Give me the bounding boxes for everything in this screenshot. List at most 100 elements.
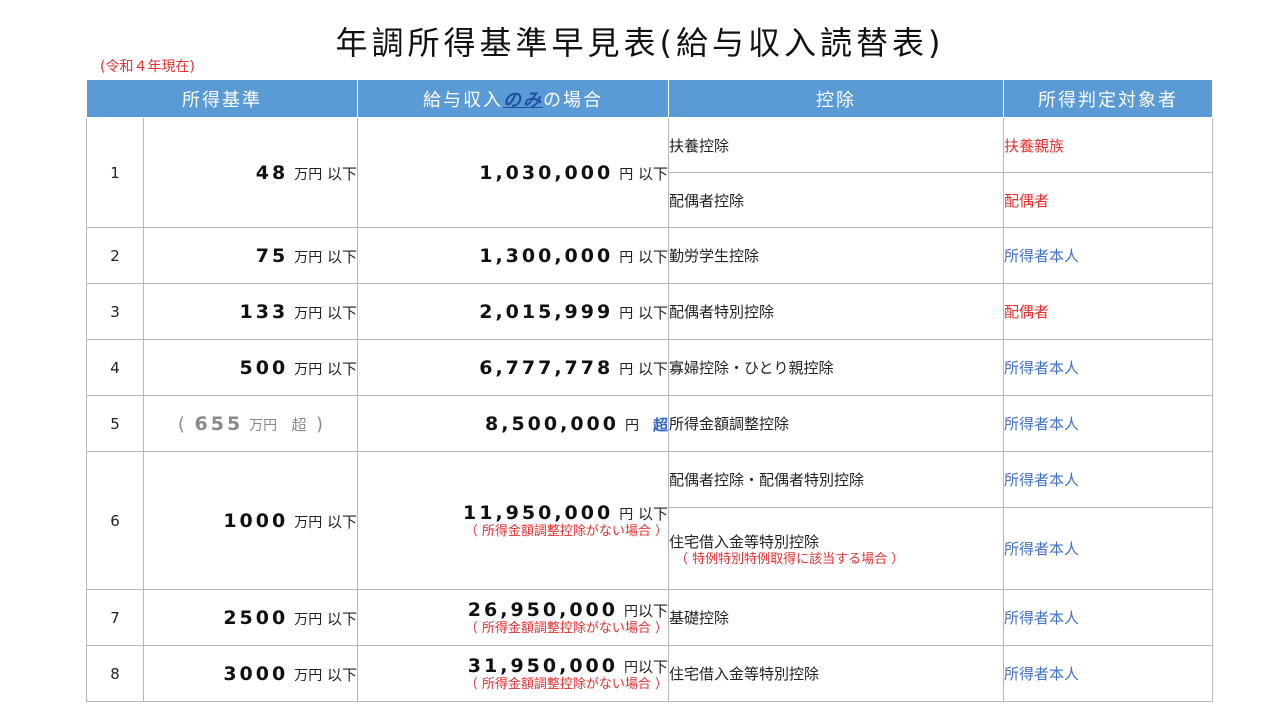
income-threshold: 2500 万円 以下 [143, 589, 358, 646]
threshold-value: 75 [255, 244, 289, 267]
income-threshold: ( 655 万円 超 ) [143, 395, 358, 452]
target-person: 所得者本人 [1003, 645, 1213, 702]
salary-amount: 1,030,000 円 以下 [357, 117, 669, 228]
header-salary-post: の場合 [543, 89, 603, 111]
unit-ika: 以下 [637, 247, 668, 266]
row-number: 8 [86, 645, 144, 702]
table-row: 8 3000 万円 以下 31,950,000 円以下（ 所得金額調整控除がない場合… [86, 645, 1213, 702]
target-person: 所得者本人 [1003, 507, 1213, 590]
income-threshold: 75 万円 以下 [143, 227, 358, 284]
unit-man: 万円 [294, 249, 323, 266]
unit-ika: 以下 [637, 602, 668, 620]
income-threshold: 3000 万円 以下 [143, 645, 358, 702]
unit-man: 万円 [294, 361, 323, 378]
threshold-value: 48 [255, 161, 289, 184]
salary-amount: 26,950,000 円以下（ 所得金額調整控除がない場合 ） [357, 589, 669, 646]
unit-ika: 以下 [326, 512, 357, 531]
salary-value: 2,015,999 [479, 300, 614, 323]
target-person: 扶養親族 [1003, 117, 1213, 173]
unit-yen: 円 [624, 417, 639, 434]
table-row: 1 48 万円 以下 1,030,000 円 以下 扶養控除 扶養親族 [86, 117, 1213, 228]
deduction-name: 配偶者控除 [668, 172, 1004, 228]
unit-ika: 以下 [326, 359, 357, 378]
close-paren: ) [316, 413, 324, 435]
unit-yen: 円 [619, 305, 634, 322]
deduction-name: 寡婦控除・ひとり親控除 [668, 339, 1004, 396]
income-threshold: 133 万円 以下 [143, 283, 358, 340]
unit-yen: 円 [619, 249, 634, 266]
threshold-suffix: 超 [291, 415, 307, 434]
income-threshold-table: 所得基準 給与収入のみの場合 控除 所得判定対象者 1 48 万円 以下 1,03… [86, 79, 1213, 702]
unit-yen: 円 [623, 604, 638, 620]
unit-ika: 以下 [326, 303, 357, 322]
table-row: 7 2500 万円 以下 26,950,000 円以下（ 所得金額調整控除がない場合… [86, 589, 1213, 646]
threshold-value: 2500 [223, 606, 289, 629]
salary-amount: 11,950,000 円 以下（ 所得金額調整控除がない場合 ） [357, 451, 669, 590]
salary-value: 8,500,000 [485, 412, 619, 435]
era-note: (令和４年現在) [100, 59, 195, 75]
unit-ika: 以下 [637, 505, 668, 523]
unit-ika: 以下 [637, 658, 668, 676]
unit-man: 万円 [294, 305, 323, 322]
deduction-label: 住宅借入金等特別控除 [669, 532, 820, 551]
row-number: 3 [86, 283, 144, 340]
unit-man: 万円 [249, 417, 278, 434]
unit-ika: 以下 [637, 359, 668, 378]
salary-amount: 2,015,999 円 以下 [357, 283, 669, 340]
salary-note: （ 所得金額調整控除がない場合 ） [464, 524, 668, 539]
table-row: 5 ( 655 万円 超 ) 8,500,000 円超 所得金額調整控除 所得者本人 [86, 395, 1213, 452]
row-number: 4 [86, 339, 144, 396]
income-threshold: 48 万円 以下 [143, 117, 358, 228]
header-salary-emphasis: のみ [503, 89, 543, 111]
unit-man: 万円 [294, 667, 323, 684]
header-income-criteria: 所得基準 [86, 79, 358, 118]
salary-amount: 31,950,000 円以下（ 所得金額調整控除がない場合 ） [357, 645, 669, 702]
unit-ika: 以下 [326, 164, 357, 183]
salary-value: 1,300,000 [479, 244, 614, 267]
target-person: 所得者本人 [1003, 227, 1213, 284]
target-person: 所得者本人 [1003, 339, 1213, 396]
row-number: 2 [86, 227, 144, 284]
deduction-note: （ 特例特別特例取得に該当する場合 ） [675, 551, 905, 567]
unit-man: 万円 [294, 166, 323, 183]
target-person: 所得者本人 [1003, 451, 1213, 508]
threshold-value: 133 [239, 300, 289, 323]
unit-ika: 以下 [637, 303, 668, 322]
deduction-name: 勤労学生控除 [668, 227, 1004, 284]
target-person: 配偶者 [1003, 283, 1213, 340]
deduction-name: 住宅借入金等特別控除（ 特例特別特例取得に該当する場合 ） [668, 507, 1004, 590]
salary-value: 26,950,000 [467, 599, 618, 621]
unit-ika: 以下 [637, 164, 668, 183]
header-deduction: 控除 [668, 79, 1004, 118]
deduction-name: 配偶者控除・配偶者特別控除 [668, 451, 1004, 508]
salary-amount: 1,300,000 円 以下 [357, 227, 669, 284]
table-row: 2 75 万円 以下 1,300,000 円 以下 勤労学生控除 所得者本人 [86, 227, 1213, 284]
deduction-name: 基礎控除 [668, 589, 1004, 646]
deduction-name: 住宅借入金等特別控除 [668, 645, 1004, 702]
threshold-value: 500 [239, 356, 289, 379]
target-person: 所得者本人 [1003, 395, 1213, 452]
table-row: 4 500 万円 以下 6,777,778 円 以下 寡婦控除・ひとり親控除 所得者… [86, 339, 1213, 396]
target-person: 所得者本人 [1003, 589, 1213, 646]
unit-man: 万円 [294, 611, 323, 628]
unit-ika: 以下 [326, 609, 357, 628]
threshold-value: 1000 [223, 509, 289, 532]
row-number: 7 [86, 589, 144, 646]
unit-yen: 円 [623, 660, 638, 676]
income-threshold: 500 万円 以下 [143, 339, 358, 396]
header-target-person: 所得判定対象者 [1003, 79, 1213, 118]
unit-man: 万円 [294, 514, 323, 531]
row-number: 6 [86, 451, 144, 590]
salary-note: （ 所得金額調整控除がない場合 ） [464, 677, 668, 692]
table-row: 3 133 万円 以下 2,015,999 円 以下 配偶者特別控除 配偶者 [86, 283, 1213, 340]
salary-value: 11,950,000 [463, 502, 614, 524]
open-paren: ( [177, 413, 185, 435]
unit-yen: 円 [619, 507, 634, 523]
unit-ika: 以下 [326, 247, 357, 266]
table-row: 6 1000 万円 以下 11,950,000 円 以下（ 所得金額調整控除がない場… [86, 451, 1213, 590]
salary-suffix: 超 [652, 415, 668, 434]
header-salary-only: 給与収入のみの場合 [357, 79, 669, 118]
row-number: 1 [86, 117, 144, 228]
unit-yen: 円 [619, 166, 634, 183]
row-number: 5 [86, 395, 144, 452]
